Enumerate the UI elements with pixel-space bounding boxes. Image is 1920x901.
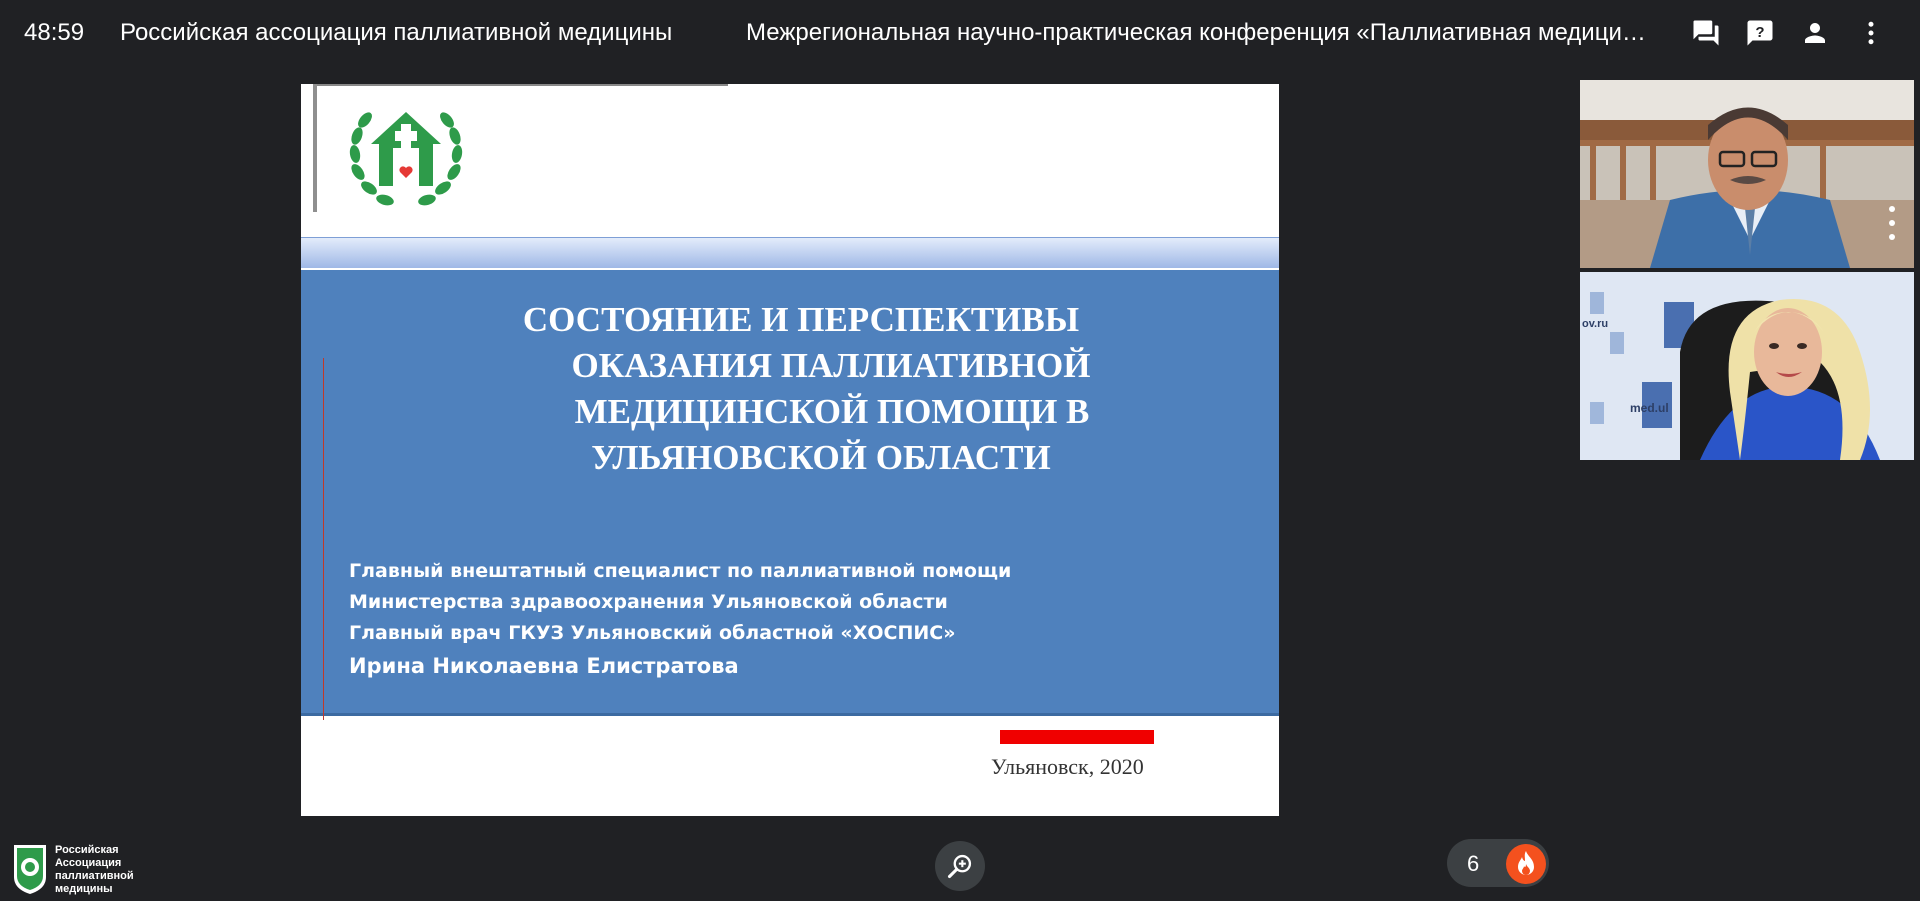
participant-video xyxy=(1580,80,1914,268)
logo-text-line: Ассоциация xyxy=(55,857,122,869)
reaction-count: 6 xyxy=(1467,851,1480,876)
logo-text-line: паллиативной xyxy=(55,870,134,882)
slide-subtitle-line: Главный врач ГКУЗ Ульяновский областной … xyxy=(349,622,956,644)
participant-more-icon[interactable] xyxy=(1886,206,1898,254)
backdrop-text: med.ul xyxy=(1630,401,1669,415)
slide-subtitle-line: Министерства здравоохранения Ульяновской… xyxy=(349,591,948,613)
slide-title-line: УЛЬЯНОВСКОЙ ОБЛАСТИ xyxy=(591,438,1051,477)
rapm-logo-text: Российская Ассоциация паллиативной медиц… xyxy=(55,844,134,896)
slide-subtitle-line: Главный внештатный специалист по паллиат… xyxy=(349,560,1012,582)
presentation-slide: СОСТОЯНИЕ И ПЕРСПЕКТИВЫ ОКАЗАНИЯ ПАЛЛИАТ… xyxy=(301,84,1279,816)
fire-reaction-button[interactable] xyxy=(1506,844,1546,884)
backdrop-text: ov.ru xyxy=(1582,318,1608,330)
slide-top-rule xyxy=(313,84,728,86)
hospice-logo-icon xyxy=(349,112,463,206)
fire-icon xyxy=(1518,851,1534,875)
help-icon[interactable]: ? xyxy=(1745,18,1775,48)
slide-side-rule xyxy=(313,84,317,212)
slide-title-line: СОСТОЯНИЕ И ПЕРСПЕКТИВЫ xyxy=(522,300,1080,339)
slide-place-year: Ульяновск, 2020 xyxy=(991,754,1144,779)
meeting-title: Межрегиональная научно-практическая конф… xyxy=(746,19,1651,46)
slide-title-line: МЕДИЦИНСКОЙ ПОМОЩИ В xyxy=(574,392,1090,431)
rapm-logo-icon xyxy=(14,845,46,894)
meeting-timer: 48:59 xyxy=(24,19,85,46)
logo-text-line: медицины xyxy=(55,883,113,895)
participant-tile[interactable] xyxy=(1580,80,1914,268)
slide-title-line: ОКАЗАНИЯ ПАЛЛИАТИВНОЙ xyxy=(571,346,1091,385)
reactions-pill: 6 xyxy=(1447,839,1549,887)
slide-red-guide xyxy=(323,358,324,720)
person-icon[interactable] xyxy=(1800,18,1830,48)
slide-subtitle: Главный внештатный специалист по паллиат… xyxy=(349,556,1011,683)
slide-title: СОСТОЯНИЕ И ПЕРСПЕКТИВЫ ОКАЗАНИЯ ПАЛЛИАТ… xyxy=(451,297,1151,481)
slide-accent-bar xyxy=(1000,730,1154,744)
slide-gradient-band xyxy=(301,237,1279,268)
zoom-in-icon xyxy=(947,854,972,879)
more-vert-icon[interactable] xyxy=(1856,18,1886,48)
svg-text:?: ? xyxy=(1755,24,1764,41)
meeting-top-bar: 48:59 Российская ассоциация паллиативной… xyxy=(0,0,1920,66)
participant-video: ov.ru med.ul xyxy=(1580,272,1914,460)
participant-tile[interactable]: ov.ru med.ul xyxy=(1580,272,1914,460)
zoom-in-button[interactable] xyxy=(935,841,985,891)
chat-icon[interactable] xyxy=(1691,18,1721,48)
speaker-name: Ирина Николаевна Елистратова xyxy=(349,654,739,678)
organizer-title: Российская ассоциация паллиативной медиц… xyxy=(120,19,673,46)
logo-text-line: Российская xyxy=(55,844,119,856)
